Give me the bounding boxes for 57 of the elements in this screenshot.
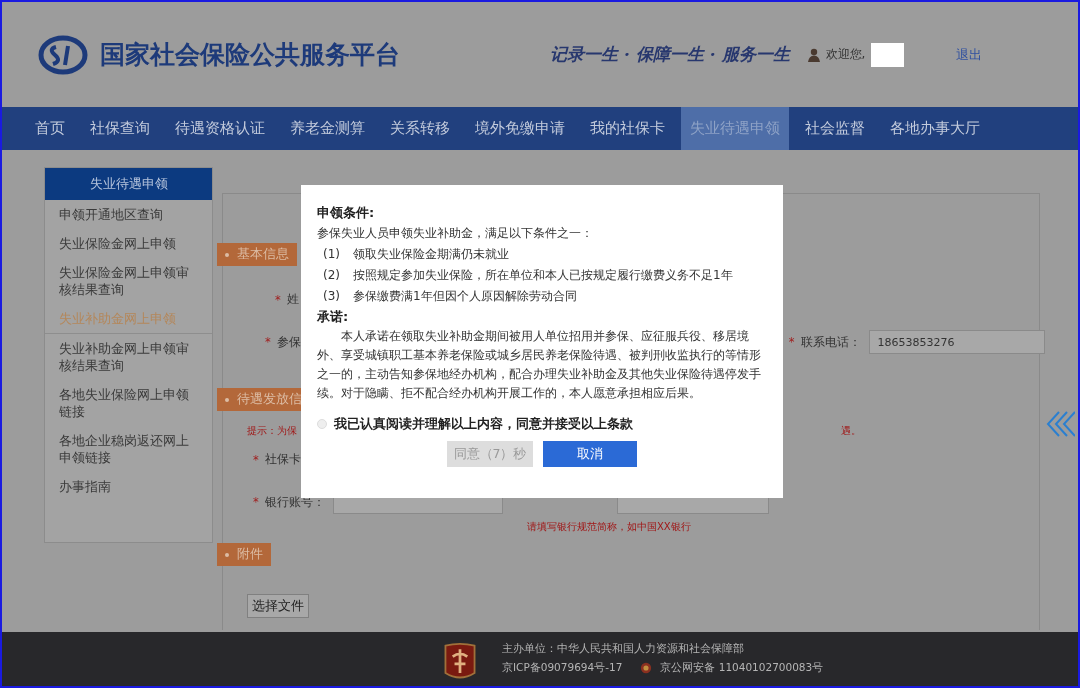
- nav-tab[interactable]: 关系转移: [381, 107, 459, 150]
- condition-text: 按照规定参加失业保险，所在单位和本人已按规定履行缴费义务不足1年: [353, 267, 733, 284]
- hint-text: 遇。: [841, 424, 861, 438]
- logo-icon: [38, 34, 88, 75]
- logout-link[interactable]: 退出: [956, 45, 983, 64]
- required-mark: *: [265, 335, 271, 349]
- police-record-text: 京公网安备 11040102700083号: [660, 661, 824, 675]
- section-tag: 附件: [217, 543, 271, 566]
- nav-tab[interactable]: 待遇资格认证: [166, 107, 274, 150]
- sidebar-item[interactable]: 失业补助金网上申领审核结果查询: [45, 334, 212, 380]
- required-mark: *: [253, 452, 259, 467]
- agree-label: 我已认真阅读并理解以上内容，同意并接受以上条款: [334, 415, 633, 433]
- sidebar-item[interactable]: 办事指南: [45, 472, 212, 501]
- condition-number: (1): [323, 246, 341, 263]
- sponsor-text: 主办单位：中华人民共和国人力资源和社会保障部: [502, 642, 745, 656]
- site-title: 国家社会保险公共服务平台: [100, 39, 400, 71]
- field-label: 姓: [286, 292, 299, 307]
- badge-icon: [640, 662, 653, 674]
- nav-tab[interactable]: 社保查询: [81, 107, 159, 150]
- nav-tab[interactable]: 社会监督: [796, 107, 874, 150]
- intro-text: 参保失业人员申领失业补助金，满足以下条件之一：: [317, 225, 594, 242]
- field-label: 社保卡: [264, 452, 301, 467]
- nav-tab[interactable]: 境外免缴申请: [466, 107, 574, 150]
- hint-text: 提示：为保: [247, 424, 297, 438]
- choose-file-button[interactable]: 选择文件: [247, 594, 309, 618]
- condition-text: 参保缴费满1年但因个人原因解除劳动合同: [353, 288, 577, 305]
- nav-tab[interactable]: 我的社保卡: [581, 107, 674, 150]
- field-label: 参保: [276, 334, 301, 350]
- condition-text: 领取失业保险金期满仍未就业: [353, 246, 509, 263]
- nav-tab[interactable]: 首页: [26, 107, 74, 150]
- input-field[interactable]: 18653853276: [868, 330, 1045, 354]
- sidebar-item[interactable]: 申领开通地区查询: [45, 200, 212, 229]
- required-mark: *: [253, 495, 259, 509]
- slogan: 记录一生 · 保障一生 · 服务一生: [550, 43, 790, 66]
- condition-number: (3): [323, 288, 341, 305]
- welcome-text: 欢迎您,: [825, 46, 866, 63]
- nav-tab[interactable]: 养老金测算: [281, 107, 374, 150]
- sidebar-item[interactable]: 各地失业保险网上申领链接: [45, 380, 212, 426]
- user-icon: [807, 47, 820, 62]
- nav-tab[interactable]: 各地办事大厅: [881, 107, 989, 150]
- sidebar-item[interactable]: 各地企业稳岗返还网上申领链接: [45, 426, 212, 472]
- agree-radio[interactable]: [317, 419, 327, 429]
- sidebar-item[interactable]: 失业保险金网上申领审核结果查询: [45, 258, 212, 304]
- redacted-block: [871, 42, 905, 67]
- cancel-button[interactable]: 取消: [543, 441, 637, 467]
- promise-title: 承诺:: [317, 308, 350, 326]
- promise-text: 本人承诺在领取失业补助金期间被用人单位招用并参保、应征服兵役、移居境外、享受城镇职工基本养老保险或城乡居民养老保险待遇、被判刑收监执行的等情形之一的，主动告知参保地经办机构，配合办理失业补助金及其他失业保险待遇停发手续。对于隐瞒、拒不配合经办机构开展工作的，本人愿意承担相应后果。: [317, 328, 762, 402]
- icp-text: 京ICP备09079694号-17: [502, 661, 623, 675]
- hint-text: 请填写银行规范简称，如中国XX银行: [527, 520, 691, 534]
- conditions-title: 申领条件:: [317, 204, 376, 222]
- condition-number: (2): [323, 267, 341, 284]
- required-mark: *: [788, 335, 795, 349]
- sidebar-item[interactable]: 失业保险金网上申领: [45, 229, 212, 258]
- field-label: 联系电话：: [800, 334, 861, 350]
- section-tag: 基本信息: [217, 243, 297, 266]
- required-mark: *: [275, 292, 281, 307]
- sidebar-title: 失业待遇申领: [45, 168, 212, 200]
